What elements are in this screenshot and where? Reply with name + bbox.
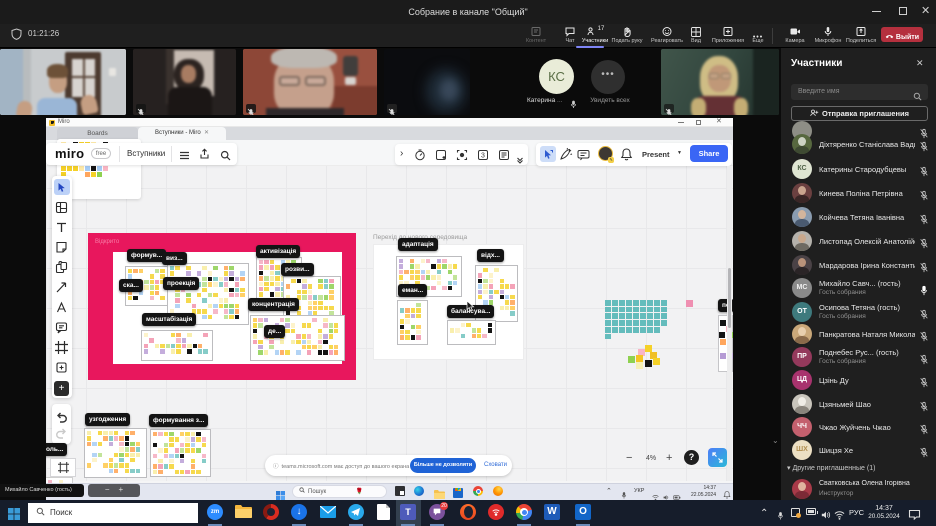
svg-text:3: 3 xyxy=(481,153,485,160)
